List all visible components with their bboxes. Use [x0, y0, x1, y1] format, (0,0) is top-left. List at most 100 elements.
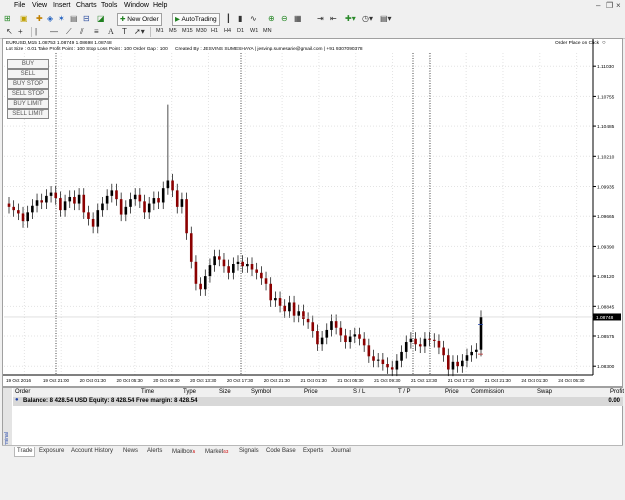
- periods-icon[interactable]: ◷▾: [362, 14, 373, 24]
- timeframe-h4[interactable]: H4: [224, 27, 231, 36]
- new-chart-icon[interactable]: ⊞: [4, 14, 11, 24]
- buy-limit-button[interactable]: BUY LIMIT: [7, 99, 49, 109]
- crosshair-icon[interactable]: +: [18, 27, 23, 37]
- trendline-icon[interactable]: ⟋: [66, 27, 72, 37]
- timeframe-m30[interactable]: M30: [196, 27, 207, 36]
- text-label-icon[interactable]: T: [122, 27, 127, 37]
- menu-tools[interactable]: Tools: [101, 2, 117, 9]
- data-window-icon[interactable]: ◈: [47, 14, 53, 24]
- profiles-icon[interactable]: ▣: [20, 14, 28, 24]
- candle-body: [138, 194, 142, 202]
- col-profit[interactable]: Profit: [610, 389, 624, 395]
- close-icon[interactable]: ×: [616, 1, 621, 10]
- arrows-icon[interactable]: ➚▾: [134, 27, 145, 37]
- templates-icon[interactable]: ▤▾: [380, 14, 392, 24]
- close-chart-icon[interactable]: ○: [602, 40, 606, 46]
- price-tick-label: 1.10485: [597, 124, 615, 130]
- candle-body: [325, 329, 329, 338]
- menu-help[interactable]: Help: [153, 2, 167, 9]
- channel-icon[interactable]: ⫽: [80, 27, 84, 37]
- col-symbol[interactable]: Symbol: [251, 389, 271, 395]
- metaeditor-icon[interactable]: ◪: [97, 14, 105, 24]
- new-order-button[interactable]: ✚ New Order: [117, 13, 162, 26]
- timeframe-mn[interactable]: MN: [263, 27, 272, 36]
- time-tick-label: 21 Oct 17:30: [448, 378, 475, 383]
- candle-body: [386, 364, 389, 368]
- zoom-out-icon[interactable]: ⊖: [281, 14, 288, 24]
- sell-limit-button[interactable]: SELL LIMIT: [7, 109, 49, 119]
- time-tick-label: 20 Oct 21:30: [264, 378, 291, 383]
- timeframe-d1[interactable]: D1: [237, 27, 244, 36]
- col-swap[interactable]: Swap: [537, 389, 552, 395]
- chart-window[interactable]: 1.11030 1.10755 1.10485 1.10210 1.09935 1.096…: [2, 38, 623, 387]
- col-price[interactable]: Price: [304, 389, 318, 395]
- terminal-icon[interactable]: ▤: [70, 14, 78, 24]
- time-tick-label: 20 Oct 17:30: [227, 378, 254, 383]
- menu-window[interactable]: Window: [124, 2, 149, 9]
- chart-shift-icon[interactable]: ⇤: [330, 14, 337, 24]
- vertical-line-icon[interactable]: |: [35, 27, 37, 37]
- tab-news[interactable]: News: [123, 447, 138, 456]
- tile-windows-icon[interactable]: ▦: [294, 14, 302, 24]
- col-order[interactable]: Order: [15, 389, 30, 395]
- candle-body: [232, 264, 235, 273]
- cursor-icon[interactable]: ↖: [6, 27, 13, 37]
- tab-trade[interactable]: Trade: [14, 447, 36, 457]
- tab-experts[interactable]: Experts: [303, 447, 323, 456]
- sell-stop-button[interactable]: SELL STOP: [7, 89, 49, 99]
- col-time[interactable]: Time: [141, 389, 154, 395]
- menu-charts[interactable]: Charts: [76, 2, 97, 9]
- timeframe-h1[interactable]: H1: [211, 27, 218, 36]
- tab-account-history[interactable]: Account History: [71, 447, 113, 456]
- timeframe-w1[interactable]: W1: [250, 27, 258, 36]
- tab-signals[interactable]: Signals: [239, 447, 259, 456]
- bar-chart-icon[interactable]: ┃: [226, 14, 231, 24]
- autotrading-button[interactable]: ▶ AutoTrading: [172, 13, 220, 26]
- timeframe-m15[interactable]: M15: [182, 27, 193, 36]
- zoom-in-icon[interactable]: ⊕: [268, 14, 275, 24]
- balance-row[interactable]: ● Balance: 8 428.54 USD Equity: 8 428.54…: [13, 397, 623, 406]
- navigator-icon[interactable]: ✶: [58, 14, 65, 24]
- timeframe-m1[interactable]: M1: [156, 27, 164, 36]
- fibonacci-icon[interactable]: ≡: [94, 27, 99, 37]
- candle-body: [101, 203, 104, 211]
- candle-body: [147, 203, 151, 213]
- indicators-icon[interactable]: ✚▾: [345, 14, 356, 24]
- col-commission[interactable]: Commission: [471, 389, 504, 395]
- strategy-tester-icon[interactable]: ⊟: [83, 14, 90, 24]
- col-tp[interactable]: T / P: [398, 389, 411, 395]
- sell-button[interactable]: SELL: [7, 69, 49, 79]
- menu-insert[interactable]: Insert: [53, 2, 71, 9]
- autoscroll-icon[interactable]: ⇥: [317, 14, 324, 24]
- tab-exposure[interactable]: Exposure: [39, 447, 64, 456]
- col-type[interactable]: Type: [183, 389, 196, 395]
- col-size[interactable]: Size: [219, 389, 231, 395]
- text-tool-icon[interactable]: A: [108, 27, 114, 37]
- col-sl[interactable]: S / L: [353, 389, 365, 395]
- price-chart[interactable]: 1.11030 1.10755 1.10485 1.10210 1.09935 1.096…: [3, 39, 622, 386]
- price-tick-label: 1.08575: [597, 334, 615, 340]
- tab-code-base[interactable]: Code Base: [266, 447, 296, 456]
- market-watch-icon[interactable]: ✚: [36, 14, 43, 24]
- minimize-icon[interactable]: –: [596, 1, 600, 10]
- buy-stop-button[interactable]: BUY STOP: [7, 79, 49, 89]
- time-tick-label: 20 Oct 05:30: [116, 378, 143, 383]
- candle-body: [409, 338, 413, 343]
- buy-button[interactable]: BUY: [7, 59, 49, 69]
- tab-alerts[interactable]: Alerts: [147, 447, 162, 456]
- horizontal-line-icon[interactable]: —: [50, 27, 58, 37]
- restore-icon[interactable]: ❐: [606, 1, 613, 10]
- tab-journal[interactable]: Journal: [331, 447, 351, 456]
- timeframe-m5[interactable]: M5: [169, 27, 177, 36]
- col-current-price[interactable]: Price: [445, 389, 459, 395]
- candlestick-icon[interactable]: ▮: [238, 14, 242, 24]
- line-chart-icon[interactable]: ∿: [250, 14, 257, 24]
- candle-body: [35, 200, 39, 206]
- candle-body: [54, 192, 58, 199]
- tab-market[interactable]: Market63: [205, 447, 228, 457]
- tab-mailbox[interactable]: Mailbox6: [172, 447, 195, 457]
- candle-body: [180, 199, 184, 207]
- candle-body: [475, 349, 478, 352]
- menu-view[interactable]: View: [32, 2, 47, 9]
- menu-file[interactable]: File: [14, 2, 25, 9]
